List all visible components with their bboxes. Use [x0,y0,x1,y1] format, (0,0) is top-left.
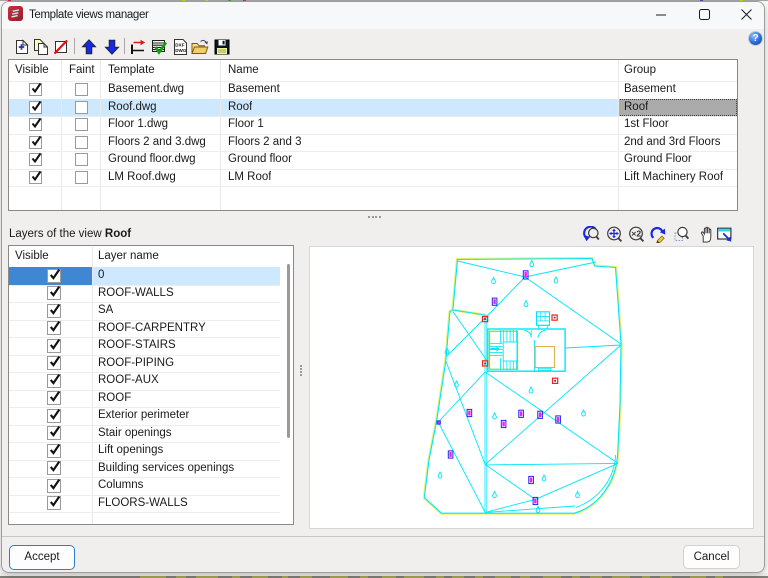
svg-text:DWG: DWG [175,48,187,53]
svg-text:DXF: DXF [175,42,184,47]
svg-text:×2: ×2 [631,229,641,239]
